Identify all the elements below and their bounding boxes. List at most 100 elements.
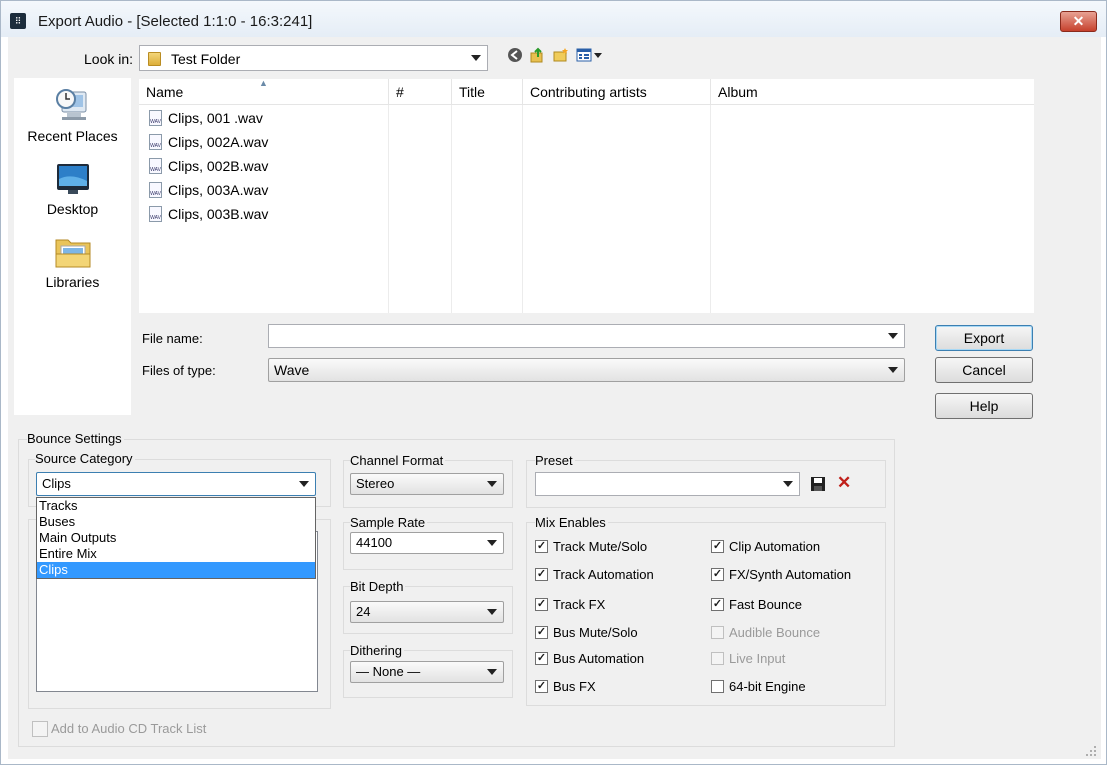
- track-mute-solo-checkbox[interactable]: ✓: [535, 540, 548, 553]
- chevron-down-icon[interactable]: [783, 481, 793, 487]
- folder-icon: [148, 52, 161, 66]
- 64-bit-engine-checkbox[interactable]: [711, 680, 724, 693]
- look-in-label: Look in:: [84, 51, 134, 67]
- back-icon[interactable]: [506, 47, 523, 64]
- close-button[interactable]: ✕: [1060, 11, 1097, 32]
- bus-automation-label: Bus Automation: [553, 651, 645, 666]
- chevron-down-icon: [888, 367, 898, 373]
- dithering-label: Dithering: [350, 643, 405, 658]
- mix-enables-label: Mix Enables: [535, 515, 608, 530]
- fast-bounce-checkbox[interactable]: ✓: [711, 598, 724, 611]
- file-name: Clips, 001 .wav: [168, 110, 263, 126]
- up-folder-icon[interactable]: [528, 47, 545, 64]
- live-input-checkbox[interactable]: [711, 652, 724, 665]
- fast-bounce-label: Fast Bounce: [729, 597, 802, 612]
- bus-automation-checkbox[interactable]: ✓: [535, 652, 548, 665]
- live-input-label: Live Input: [729, 651, 786, 666]
- wav-file-icon: WAV: [149, 206, 162, 223]
- file-row[interactable]: WAV Clips, 003A.wav: [149, 179, 268, 201]
- add-to-cd-checkbox[interactable]: [32, 721, 48, 737]
- source-option-selected[interactable]: Clips: [37, 562, 315, 578]
- add-to-cd-label: Add to Audio CD Track List: [51, 721, 207, 736]
- column-header-album[interactable]: Album: [711, 79, 1034, 105]
- column-header-contributing-artists[interactable]: Contributing artists: [523, 79, 711, 105]
- bus-mute-solo-checkbox[interactable]: ✓: [535, 626, 548, 639]
- source-category-dropdown[interactable]: Tracks Buses Main Outputs Entire Mix Cli…: [36, 497, 316, 579]
- chevron-down-icon: [487, 540, 497, 546]
- dithering-select[interactable]: — None —: [350, 661, 504, 683]
- file-name: Clips, 002B.wav: [168, 158, 269, 174]
- chevron-down-icon[interactable]: [888, 333, 898, 339]
- wav-file-icon: WAV: [149, 158, 162, 175]
- column-divider: [522, 105, 523, 313]
- resize-grip-icon[interactable]: [1085, 745, 1097, 757]
- channel-format-select[interactable]: Stereo: [350, 473, 504, 495]
- source-category-select[interactable]: Clips: [36, 472, 316, 496]
- file-row[interactable]: WAV Clips, 001 .wav: [149, 107, 263, 129]
- source-category-label: Source Category: [35, 451, 135, 466]
- file-name-input[interactable]: [268, 324, 905, 348]
- chevron-down-icon: [471, 55, 481, 61]
- source-option[interactable]: Main Outputs: [37, 530, 315, 546]
- file-row[interactable]: WAV Clips, 003B.wav: [149, 203, 268, 225]
- column-name-label: Name: [146, 84, 184, 100]
- sidebar-item-recent-places[interactable]: Recent Places: [14, 86, 131, 144]
- bit-depth-select[interactable]: 24: [350, 601, 504, 623]
- wav-file-icon: WAV: [149, 182, 162, 199]
- source-option[interactable]: Buses: [37, 514, 315, 530]
- view-menu-icon[interactable]: [576, 47, 604, 64]
- sidebar-item-libraries[interactable]: Libraries: [14, 232, 131, 290]
- preset-label: Preset: [535, 453, 575, 468]
- export-button[interactable]: Export: [935, 325, 1033, 351]
- sidebar-item-desktop[interactable]: Desktop: [14, 159, 131, 217]
- track-fx-label: Track FX: [553, 597, 606, 612]
- title-bar[interactable]: ⠿ Export Audio - [Selected 1:1:0 - 16:3:…: [1, 1, 1106, 37]
- bus-fx-checkbox[interactable]: ✓: [535, 680, 548, 693]
- track-automation-checkbox[interactable]: ✓: [535, 568, 548, 581]
- delete-preset-icon[interactable]: ✕: [837, 474, 853, 491]
- recent-places-icon: [53, 86, 93, 126]
- audible-bounce-label: Audible Bounce: [729, 625, 821, 640]
- preset-input[interactable]: [535, 472, 800, 496]
- fx-synth-automation-checkbox[interactable]: ✓: [711, 568, 724, 581]
- sidebar-label-recent-places: Recent Places: [27, 128, 118, 144]
- 64-bit-engine-label: 64-bit Engine: [729, 679, 806, 694]
- column-header-title[interactable]: Title: [452, 79, 523, 105]
- dithering-value: — None —: [356, 664, 421, 679]
- new-folder-icon[interactable]: [552, 47, 569, 64]
- channel-format-label: Channel Format: [350, 453, 446, 468]
- export-audio-dialog: ⠿ Export Audio - [Selected 1:1:0 - 16:3:…: [0, 0, 1107, 765]
- dialog-body: Look in: Test Folder Recent Places Deskt…: [8, 37, 1101, 759]
- look-in-combo[interactable]: Test Folder: [139, 45, 488, 71]
- desktop-icon: [53, 159, 93, 199]
- chevron-down-icon: [487, 481, 497, 487]
- file-row[interactable]: WAV Clips, 002A.wav: [149, 131, 268, 153]
- sample-rate-label: Sample Rate: [350, 515, 428, 530]
- chevron-down-icon: [487, 669, 497, 675]
- file-name-label: File name:: [142, 331, 203, 346]
- column-header-name[interactable]: Name ▲: [139, 78, 389, 105]
- track-fx-checkbox[interactable]: ✓: [535, 598, 548, 611]
- save-preset-icon[interactable]: [810, 476, 826, 492]
- bus-fx-label: Bus FX: [553, 679, 596, 694]
- file-name: Clips, 003B.wav: [168, 206, 269, 222]
- source-option[interactable]: Entire Mix: [37, 546, 315, 562]
- sidebar-label-desktop: Desktop: [46, 201, 99, 217]
- source-category-value: Clips: [42, 476, 71, 491]
- help-button[interactable]: Help: [935, 393, 1033, 419]
- chevron-down-icon: [487, 609, 497, 615]
- file-list[interactable]: Name ▲ # Title Contributing artists Albu…: [139, 78, 1034, 313]
- file-type-value: Wave: [274, 362, 310, 378]
- wav-file-icon: WAV: [149, 110, 162, 127]
- column-header-number[interactable]: #: [389, 79, 452, 105]
- audible-bounce-checkbox[interactable]: [711, 626, 724, 639]
- file-type-select[interactable]: Wave: [268, 358, 905, 382]
- source-option[interactable]: Tracks: [37, 498, 315, 514]
- cancel-button[interactable]: Cancel: [935, 357, 1033, 383]
- channel-format-value: Stereo: [356, 476, 395, 491]
- file-row[interactable]: WAV Clips, 002B.wav: [149, 155, 268, 177]
- track-mute-solo-label: Track Mute/Solo: [553, 539, 648, 554]
- file-type-label: Files of type:: [142, 363, 216, 378]
- sample-rate-select[interactable]: 44100: [350, 532, 504, 554]
- clip-automation-checkbox[interactable]: ✓: [711, 540, 724, 553]
